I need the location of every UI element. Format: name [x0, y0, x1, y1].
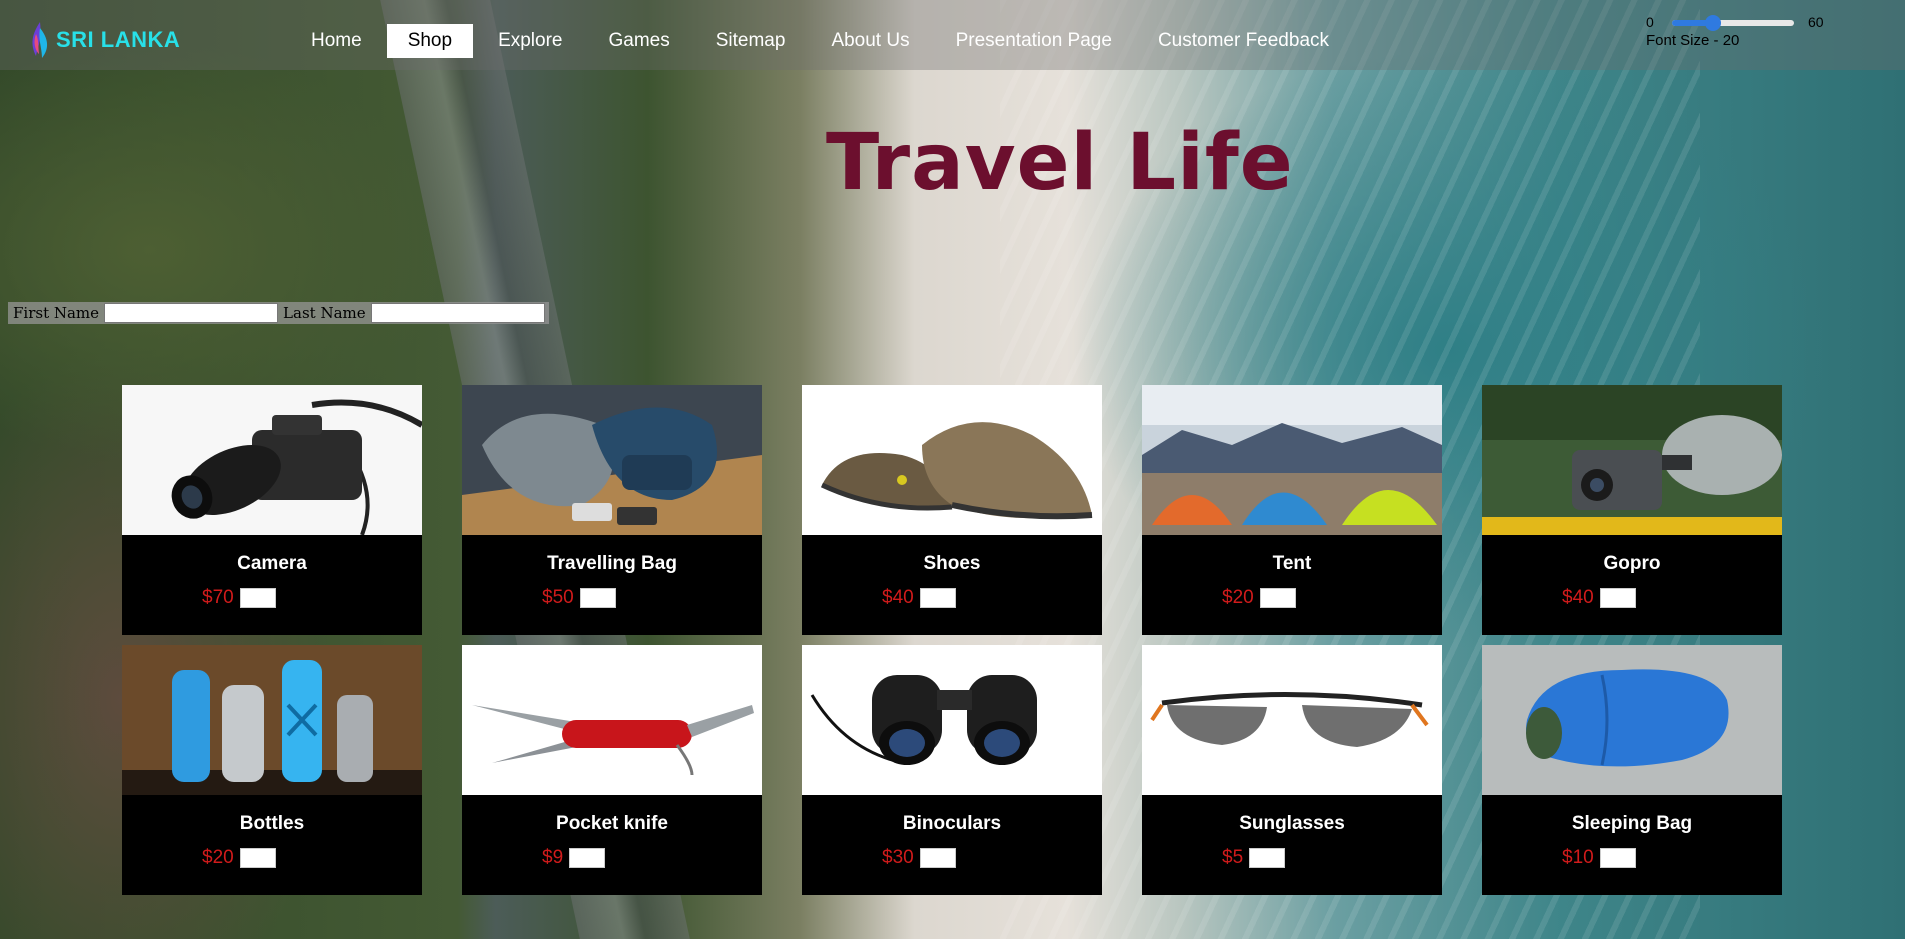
last-name-field[interactable] [370, 303, 545, 323]
price-row: $20 [1222, 587, 1296, 609]
product-card-pocket-knife[interactable]: Pocket knife $9 [462, 645, 762, 895]
camera-icon [122, 385, 422, 535]
brand-name: SRI LANKA [56, 27, 181, 52]
nav-item-games[interactable]: Games [587, 24, 690, 58]
product-name: Camera [237, 553, 307, 574]
quantity-field[interactable] [239, 848, 276, 868]
nav-item-shop[interactable]: Shop [386, 24, 474, 58]
product-price: $10 [1562, 847, 1594, 868]
product-price: $9 [542, 847, 564, 868]
product-price: $50 [542, 587, 574, 608]
product-name: Binoculars [902, 813, 1002, 834]
quantity-field[interactable] [1599, 588, 1636, 608]
product-name: Sleeping Bag [1571, 813, 1693, 834]
product-price: $40 [1562, 587, 1594, 608]
main-nav: Home Shop Explore Games Sitemap About Us… [290, 24, 1354, 58]
product-price: $20 [1222, 587, 1254, 608]
sleeping-bag-icon [1482, 645, 1782, 795]
quantity-field[interactable] [579, 588, 616, 608]
nav-item-explore[interactable]: Explore [477, 24, 583, 58]
navbar: SRI LANKA Home Shop Explore Games Sitema… [0, 0, 1905, 70]
nav-item-about-us[interactable]: About Us [810, 24, 930, 58]
product-name: Bottles [239, 813, 305, 834]
pocket-knife-icon [462, 645, 762, 795]
action-camera-icon [1482, 385, 1782, 535]
product-card-sunglasses[interactable]: Sunglasses $5 [1142, 645, 1442, 895]
font-size-control: 0 60 Font Size - 20 [1646, 12, 1846, 52]
product-name: Travelling Bag [547, 553, 677, 574]
product-grid: Camera $70 Travelling Bag $50 Shoes $40 … [122, 385, 1782, 895]
price-row: $9 [542, 847, 606, 869]
nav-item-customer-feedback[interactable]: Customer Feedback [1137, 24, 1350, 58]
tent-icon [1142, 385, 1442, 535]
brand-logo[interactable]: SRI LANKA [28, 20, 180, 60]
product-price: $20 [202, 847, 234, 868]
price-row: $30 [882, 847, 956, 869]
font-size-label: Font Size - 20 [1646, 32, 1740, 49]
sri-lanka-logo-icon [28, 20, 52, 60]
product-card-bottles[interactable]: Bottles $20 [122, 645, 422, 895]
product-name: Gopro [1603, 553, 1661, 574]
product-card-gopro[interactable]: Gopro $40 [1482, 385, 1782, 635]
product-price: $5 [1222, 847, 1244, 868]
product-price: $30 [882, 847, 914, 868]
font-size-max: 60 [1808, 14, 1824, 30]
price-row: $20 [202, 847, 276, 869]
last-name-label: Last Name [283, 304, 366, 322]
font-size-slider[interactable] [1672, 15, 1794, 31]
quantity-field[interactable] [919, 848, 956, 868]
bottles-icon [122, 645, 422, 795]
price-row: $40 [882, 587, 956, 609]
font-size-min: 0 [1646, 14, 1654, 30]
quantity-field[interactable] [919, 588, 956, 608]
product-card-binoculars[interactable]: Binoculars $30 [802, 645, 1102, 895]
product-price: $70 [202, 587, 234, 608]
quantity-field[interactable] [1249, 848, 1286, 868]
price-row: $70 [202, 587, 276, 609]
product-name: Sunglasses [1239, 813, 1345, 834]
shoe-icon [802, 385, 1102, 535]
quantity-field[interactable] [239, 588, 276, 608]
quantity-field[interactable] [1259, 588, 1296, 608]
quantity-field[interactable] [1599, 848, 1636, 868]
font-size-slider-thumb[interactable] [1704, 15, 1721, 31]
quantity-field[interactable] [569, 848, 606, 868]
product-card-shoes[interactable]: Shoes $40 [802, 385, 1102, 635]
price-row: $5 [1222, 847, 1286, 869]
product-card-camera[interactable]: Camera $70 [122, 385, 422, 635]
product-price: $40 [882, 587, 914, 608]
product-name: Shoes [923, 553, 981, 574]
page-title: Travel Life [826, 118, 1294, 208]
product-card-sleeping-bag[interactable]: Sleeping Bag $10 [1482, 645, 1782, 895]
sunglasses-icon [1142, 645, 1442, 795]
backpack-icon [462, 385, 762, 535]
first-name-field[interactable] [104, 303, 279, 323]
price-row: $40 [1562, 587, 1636, 609]
name-form: First Name Last Name [8, 302, 549, 324]
first-name-label: First Name [13, 304, 100, 322]
product-card-travelling-bag[interactable]: Travelling Bag $50 [462, 385, 762, 635]
price-row: $50 [542, 587, 616, 609]
product-card-tent[interactable]: Tent $20 [1142, 385, 1442, 635]
nav-item-sitemap[interactable]: Sitemap [695, 24, 807, 58]
nav-item-presentation-page[interactable]: Presentation Page [935, 24, 1133, 58]
price-row: $10 [1562, 847, 1636, 869]
product-name: Pocket knife [556, 813, 668, 834]
nav-item-home[interactable]: Home [290, 24, 383, 58]
binoculars-icon [802, 645, 1102, 795]
product-name: Tent [1272, 553, 1312, 574]
